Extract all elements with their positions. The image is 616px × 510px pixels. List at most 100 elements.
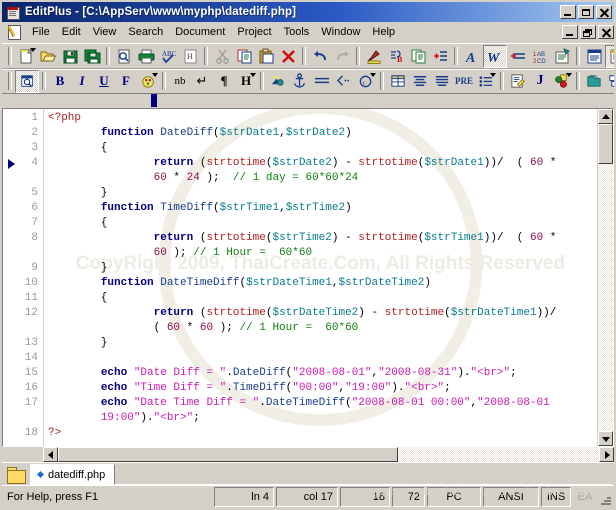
vertical-scroll-track[interactable] (598, 164, 613, 431)
object-button[interactable] (551, 71, 573, 92)
find-next-button[interactable]: B (385, 46, 407, 67)
anchor-button[interactable] (289, 71, 311, 92)
menu-item-document[interactable]: Document (169, 24, 231, 40)
menu-item-edit[interactable]: Edit (56, 24, 87, 40)
scroll-up-button[interactable] (598, 109, 613, 124)
menu-item-search[interactable]: Search (122, 24, 169, 40)
code-line[interactable]: function DateTimeDiff($strDateTime1,$str… (48, 276, 597, 291)
layer-button[interactable] (605, 71, 614, 92)
frame-button[interactable] (583, 71, 605, 92)
paragraph-button[interactable]: ¶ (213, 71, 235, 92)
pre-button[interactable]: PRE (453, 71, 475, 92)
code-line[interactable]: function TimeDiff($strTime1,$strTime2) (48, 201, 597, 216)
scroll-down-button[interactable] (598, 431, 613, 446)
document-minimize-button[interactable] (562, 25, 578, 39)
code-line[interactable]: return (strtotime($strDateTime2) - strto… (48, 306, 597, 321)
code-line[interactable]: 60 ); // 1 Hour = 60*60 (48, 246, 597, 261)
sort-lines-button[interactable]: 1AB2CD (529, 46, 551, 67)
code-line[interactable]: ?> (48, 426, 597, 441)
word-wrap-button[interactable]: W (483, 45, 507, 68)
document-close-button[interactable] (598, 25, 614, 39)
tab-datediff-php[interactable]: datediff.php (30, 464, 115, 485)
font-button[interactable]: A (461, 46, 483, 67)
font-tag-button[interactable]: F (115, 71, 137, 92)
list-button[interactable] (475, 71, 497, 92)
code-line[interactable]: ( 60 * 60 ); // 1 Hour = 60*60 (48, 321, 597, 336)
new-file-button[interactable] (15, 46, 37, 67)
copyright-button[interactable]: c (355, 71, 377, 92)
menu-item-help[interactable]: Help (366, 24, 401, 40)
menu-item-window[interactable]: Window (315, 24, 366, 40)
delete-button[interactable] (277, 46, 299, 67)
align-center-button[interactable] (409, 71, 431, 92)
table-button[interactable] (387, 71, 409, 92)
print-preview-button[interactable] (113, 46, 135, 67)
nbsp-button[interactable]: nb (169, 71, 191, 92)
browser-preview-button[interactable] (551, 46, 573, 67)
resize-grip[interactable] (599, 487, 613, 507)
save-button[interactable] (59, 46, 81, 67)
cut-button[interactable] (211, 46, 233, 67)
text-editor[interactable]: 123456789101112131415161718 CopyRight 20… (2, 108, 614, 447)
redo-button[interactable] (331, 46, 353, 67)
align-justify-button[interactable] (431, 71, 453, 92)
heading-button[interactable]: H (235, 71, 257, 92)
code-line[interactable]: } (48, 336, 597, 351)
source-code[interactable]: <?php function DateDiff($strDate1,$strDa… (44, 111, 597, 441)
html-toolbar-button[interactable]: H (179, 46, 201, 67)
horizontal-rule-button[interactable] (311, 71, 333, 92)
comment-button[interactable] (333, 71, 355, 92)
code-line[interactable]: echo "Date Time Diff = ".DateTimeDiff("2… (48, 396, 597, 411)
folder-icon[interactable] (6, 466, 26, 484)
menu-item-view[interactable]: View (87, 24, 123, 40)
code-line[interactable]: { (48, 141, 597, 156)
insert-line-button[interactable] (429, 46, 451, 67)
output-window-button[interactable] (583, 46, 605, 67)
code-line[interactable]: function DateDiff($strDate1,$strDate2) (48, 126, 597, 141)
code-line[interactable]: echo "Date Diff = ".DateDiff("2008-08-01… (48, 366, 597, 381)
code-line[interactable]: { (48, 216, 597, 231)
close-button[interactable] (596, 5, 612, 19)
paste-button[interactable] (255, 46, 277, 67)
document-restore-button[interactable] (580, 25, 596, 39)
code-line[interactable]: <?php (48, 111, 597, 126)
bold-button[interactable]: B (49, 71, 71, 92)
spell-check-button[interactable]: ABC (157, 46, 179, 67)
menu-item-project[interactable]: Project (231, 24, 277, 40)
code-line[interactable]: { (48, 291, 597, 306)
line-break-button[interactable]: ↵ (191, 71, 213, 92)
vertical-scroll-thumb[interactable] (598, 124, 613, 164)
code-line[interactable]: } (48, 186, 597, 201)
javascript-button[interactable]: J (529, 71, 551, 92)
color-button[interactable] (137, 71, 159, 92)
preview-button[interactable] (15, 70, 39, 93)
underline-button[interactable]: U (93, 71, 115, 92)
code-line[interactable] (48, 351, 597, 366)
print-button[interactable] (135, 46, 157, 67)
minimize-button[interactable] (560, 5, 576, 19)
horizontal-scrollbar[interactable] (43, 447, 614, 462)
document-icon[interactable] (6, 24, 22, 40)
italic-button[interactable]: I (71, 71, 93, 92)
directory-window-button[interactable] (605, 45, 614, 68)
code-line[interactable]: 19:00")."<br>"; (48, 411, 597, 426)
undo-button[interactable] (309, 46, 331, 67)
maximize-button[interactable] (578, 5, 594, 19)
vertical-scrollbar[interactable] (597, 109, 613, 446)
menu-item-file[interactable]: File (26, 24, 56, 40)
code-line[interactable]: 60 * 24 ); // 1 day = 60*60*24 (48, 171, 597, 186)
copy-button[interactable] (233, 46, 255, 67)
image-button[interactable] (267, 71, 289, 92)
open-file-button[interactable] (37, 46, 59, 67)
code-line[interactable]: } (48, 261, 597, 276)
scroll-left-button[interactable] (43, 447, 58, 462)
horizontal-scroll-thumb[interactable] (58, 447, 398, 462)
menu-item-tools[interactable]: Tools (278, 24, 316, 40)
form-button[interactable] (507, 71, 529, 92)
code-line[interactable]: echo "Time Diff = ".TimeDiff("00:00","19… (48, 381, 597, 396)
duplicate-button[interactable] (407, 46, 429, 67)
insert-marker-button[interactable] (507, 46, 529, 67)
code-line[interactable]: return (strtotime($strDate2) - strtotime… (48, 156, 597, 171)
highlight-button[interactable] (363, 46, 385, 67)
code-line[interactable]: return (strtotime($strTime2) - strtotime… (48, 231, 597, 246)
